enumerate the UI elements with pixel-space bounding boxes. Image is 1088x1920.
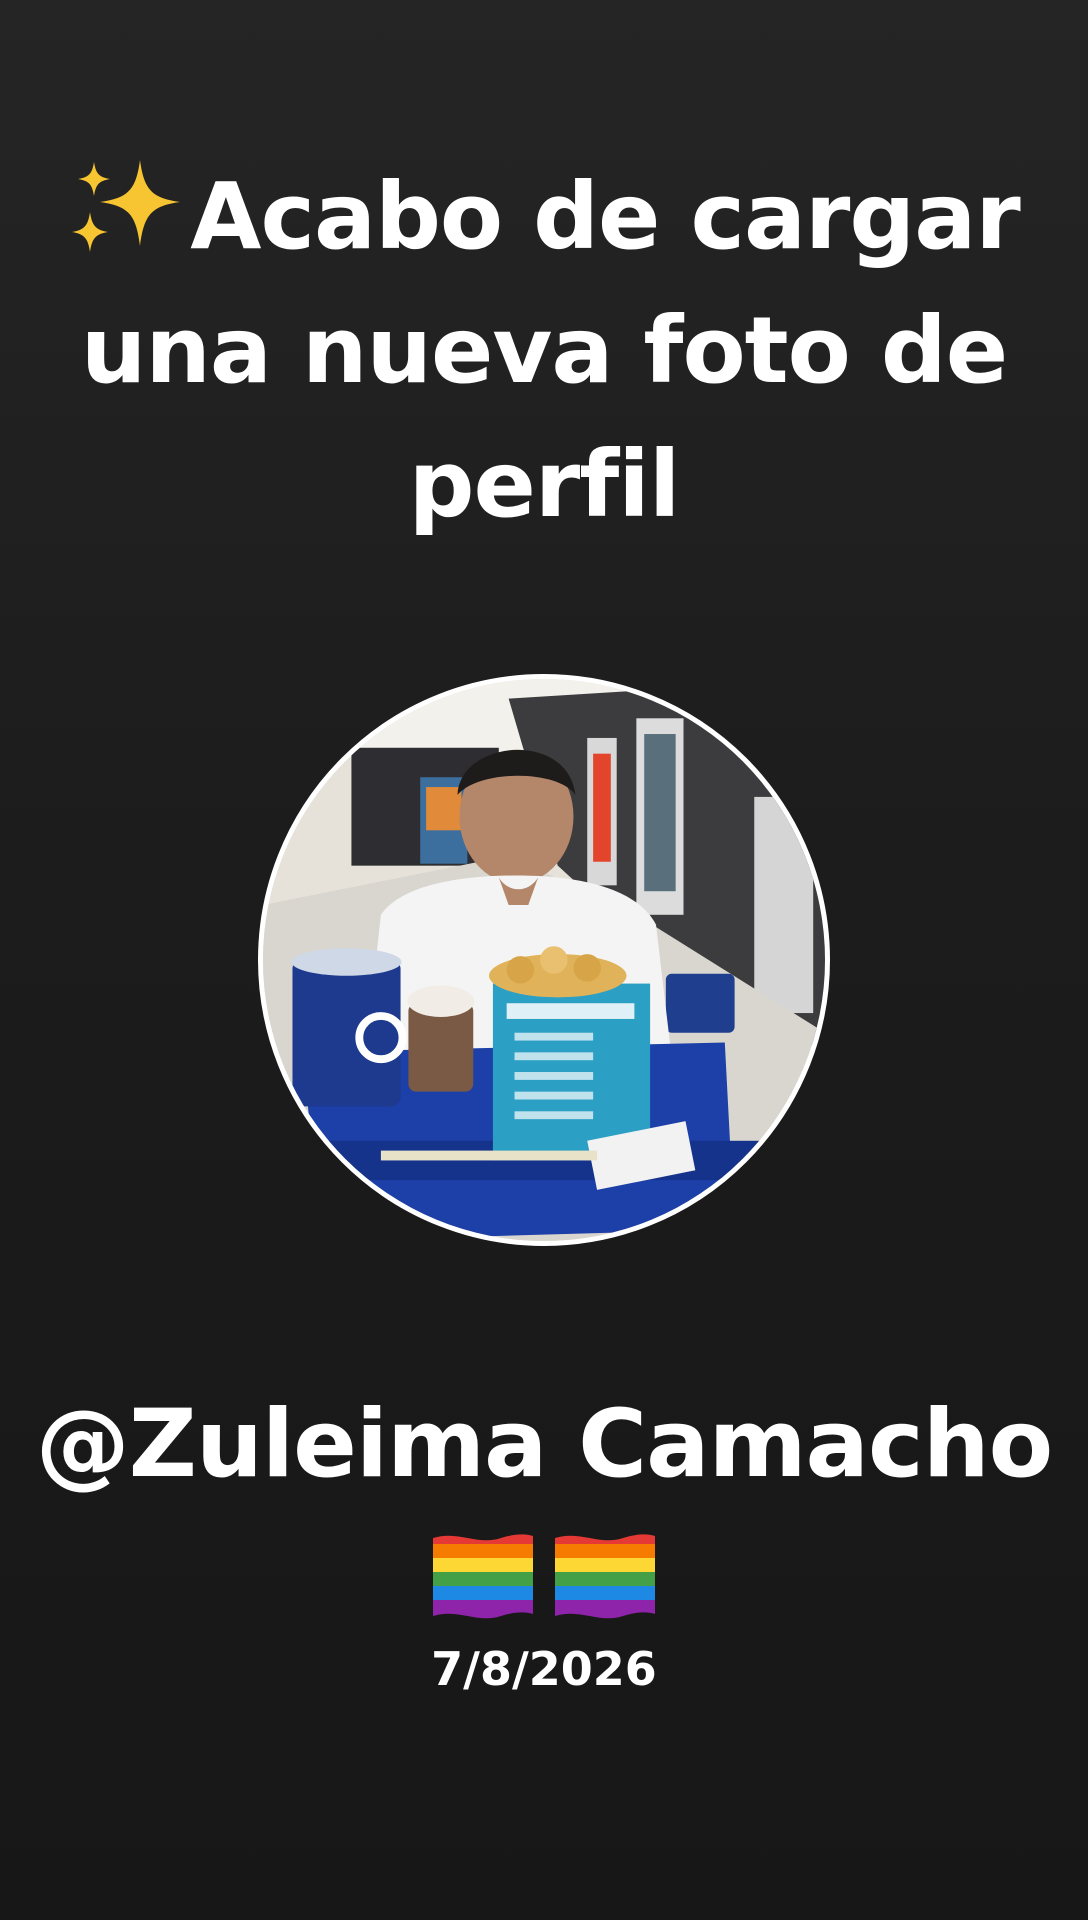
headline: Acabo de cargar una nueva foto de perfil <box>60 150 1028 552</box>
flags-row <box>0 1528 1088 1622</box>
profile-photo-image <box>263 679 825 1241</box>
profile-photo[interactable] <box>258 674 830 1246</box>
username: @Zuleima Camacho <box>35 1390 1053 1499</box>
sparkles-icon <box>72 160 181 252</box>
rainbow-flag-icon <box>433 1534 533 1619</box>
headline-text: Acabo de cargar una nueva foto de perfil <box>80 163 1021 538</box>
rainbow-flag-icon <box>555 1534 655 1619</box>
date-label: 7/8/2026 <box>431 1642 657 1696</box>
